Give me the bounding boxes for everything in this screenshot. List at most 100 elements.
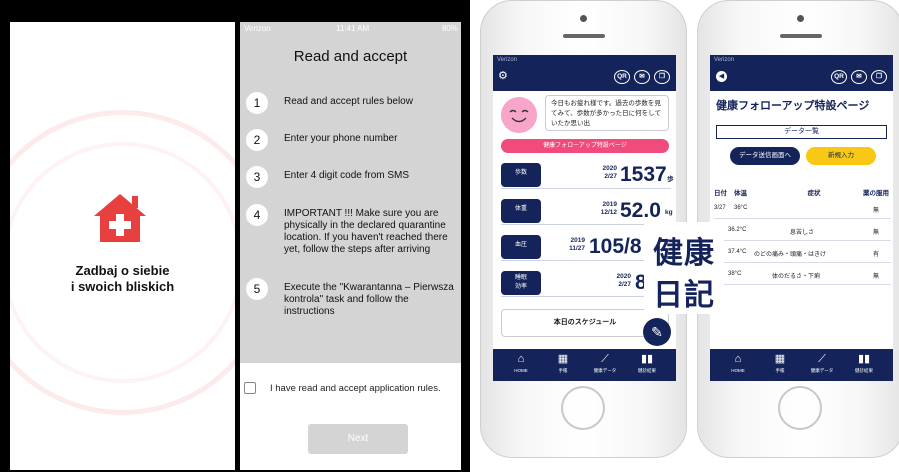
tab-home[interactable]: ⌂ HOME	[503, 351, 539, 379]
table-header: 日付 体温 症状 薬の服用	[714, 183, 891, 197]
splash-screen: Zadbaj o siebie i swoich bliskich	[10, 22, 235, 470]
metric-value: 1537	[620, 163, 667, 186]
mail-icon[interactable]: ✉	[634, 70, 650, 84]
app-logo: 健康 日記	[644, 222, 724, 314]
windows-icon[interactable]: ❐	[654, 70, 670, 84]
step-number: 5	[246, 278, 268, 300]
home-icon: ⌂	[734, 353, 742, 365]
tab-label: HOME	[514, 368, 528, 373]
metric-label[interactable]: 血圧	[501, 235, 541, 259]
carrier-label: Verizon	[714, 57, 735, 63]
table-row[interactable]: 38°C 体のだるさ・下痢 無	[714, 267, 891, 285]
metric-unit: 歩	[667, 176, 674, 183]
tab-label: HOME	[731, 368, 745, 373]
app-header: Verizon ◀ QR ✉ ❐	[710, 55, 893, 91]
next-button[interactable]: Next	[308, 424, 408, 454]
book-icon: ▮▮	[857, 353, 871, 365]
accept-rules-checkbox[interactable]	[244, 382, 256, 394]
tab-label: 健康データ	[810, 368, 834, 373]
home-medical-icon	[94, 194, 146, 242]
step-number: 3	[246, 166, 268, 188]
column-header: 症状	[807, 190, 821, 197]
tab-notebook[interactable]: ▦ 手帳	[545, 351, 581, 379]
status-bar: Verizon 11:41 AM 80%	[244, 24, 458, 36]
followup-page-button[interactable]: 健康フォローアップ特設ページ	[501, 139, 669, 153]
metric-value: 105/8	[589, 235, 642, 258]
metric-unit: kg	[665, 209, 673, 216]
metric-label[interactable]: 睡眠 効率	[501, 271, 541, 295]
accept-rules-label[interactable]: I have read and accept application rules…	[270, 383, 441, 394]
tab-notebook[interactable]: ▦ 手帳	[762, 351, 798, 379]
camera-dot	[797, 15, 804, 22]
tab-label: 手帳	[775, 368, 785, 373]
tab-checkup-results[interactable]: ▮▮ 健診結果	[846, 351, 882, 379]
splash-tagline-line1: Zadbaj o siebie	[75, 263, 170, 278]
cell-medication: 無	[872, 208, 879, 214]
qr-icon[interactable]: QR	[831, 70, 847, 84]
table-row[interactable]: 36.2°C 息苦しさ 無	[714, 223, 891, 241]
tab-home[interactable]: ⌂ HOME	[720, 351, 756, 379]
metric-row-steps[interactable]: 歩数 2020 2/27 1537 歩	[501, 161, 674, 189]
left-panel: Zadbaj o siebie i swoich bliskich Verizo…	[0, 0, 470, 472]
phone-screen: Verizon ◀ QR ✉ ❐ 健康フォローアップ特設ページ データ一覧 デー…	[710, 55, 893, 381]
app-header: Verizon ⚙ QR ✉ ❐	[493, 55, 676, 91]
new-entry-button[interactable]: 新規入力	[806, 147, 876, 165]
home-icon: ⌂	[517, 353, 525, 365]
windows-icon[interactable]: ❐	[871, 70, 887, 84]
mail-icon[interactable]: ✉	[851, 70, 867, 84]
tab-health-data[interactable]: ⟋ 健康データ	[804, 351, 840, 379]
tab-label: 健診結果	[855, 368, 873, 373]
tab-checkup-results[interactable]: ▮▮ 健診結果	[629, 351, 665, 379]
smiley-face-icon	[501, 97, 537, 133]
rules-screen: Verizon 11:41 AM 80% Read and accept 1 R…	[240, 22, 461, 470]
step-number: 2	[246, 129, 268, 151]
table-row[interactable]: 37.4°C のどの痛み・頭痛・はきけ 有	[714, 245, 891, 263]
cell-medication: 無	[872, 230, 879, 236]
section-header: データ一覧	[716, 125, 887, 139]
metric-label[interactable]: 体重	[501, 199, 541, 223]
metric-date: 2019 12/12	[600, 201, 617, 216]
step-text: Execute the "Kwarantanna – Pierwsza kont…	[284, 282, 454, 317]
cell-date: 3/27	[714, 205, 726, 211]
battery-label: 80%	[441, 24, 458, 33]
metric-label[interactable]: 歩数	[501, 163, 541, 187]
metric-date: 2019 11/27	[569, 237, 585, 252]
back-arrow-icon[interactable]: ◀	[716, 71, 727, 82]
table-row[interactable]: 3/27 36°C 無	[714, 201, 891, 219]
step-number: 4	[246, 204, 268, 226]
phone-home-button	[561, 386, 605, 430]
calendar-icon: ▦	[774, 353, 786, 365]
cell-temp: 36.2°C	[728, 227, 747, 233]
page-title: 健康フォローアップ特設ページ	[716, 100, 870, 112]
settings-gear-icon[interactable]: ⚙	[498, 70, 510, 82]
column-header: 体温	[734, 190, 747, 197]
carrier-label: Verizon	[497, 57, 518, 63]
metric-date: 2020 2/27	[616, 273, 631, 288]
phone-mockup-followup: Verizon ◀ QR ✉ ❐ 健康フォローアップ特設ページ データ一覧 デー…	[697, 0, 899, 458]
pencil-edit-icon[interactable]: ✎	[643, 318, 671, 346]
line-chart-icon: ⟋	[818, 353, 826, 365]
cell-medication: 無	[872, 274, 879, 280]
cell-symptom: 体のだるさ・下痢	[772, 274, 821, 280]
cell-temp: 38°C	[728, 271, 742, 277]
phone-home-button	[778, 386, 822, 430]
rules-dimmed-area: Verizon 11:41 AM 80% Read and accept 1 R…	[240, 22, 461, 363]
metric-row-weight[interactable]: 体重 2019 12/12 52.0 kg	[501, 197, 673, 225]
bottom-tab-bar: ⌂ HOME ▦ 手帳 ⟋ 健康データ ▮▮ 健診結果	[710, 349, 893, 381]
metric-value: 52.0	[620, 199, 661, 222]
qr-icon[interactable]: QR	[614, 70, 630, 84]
step-text: Read and accept rules below	[284, 96, 413, 107]
accept-rules-row[interactable]: I have read and accept application rules…	[244, 382, 458, 398]
camera-dot	[580, 15, 587, 22]
send-data-button[interactable]: データ送信画面へ	[730, 147, 800, 165]
status-time: 11:41 AM	[336, 24, 370, 33]
line-chart-icon: ⟋	[601, 353, 609, 365]
metric-date: 2020 2/27	[602, 165, 617, 180]
calendar-icon: ▦	[557, 353, 569, 365]
step-text: Enter 4 digit code from SMS	[284, 170, 410, 181]
tab-label: 健康データ	[593, 368, 617, 373]
column-header: 薬の服用	[863, 190, 889, 197]
tab-health-data[interactable]: ⟋ 健康データ	[587, 351, 623, 379]
cell-temp: 36°C	[734, 205, 748, 211]
greeting-message: 今日もお疲れ様です。過去の歩数を見てみて、歩数が多かった日に何をしていたか思い出	[545, 95, 669, 131]
